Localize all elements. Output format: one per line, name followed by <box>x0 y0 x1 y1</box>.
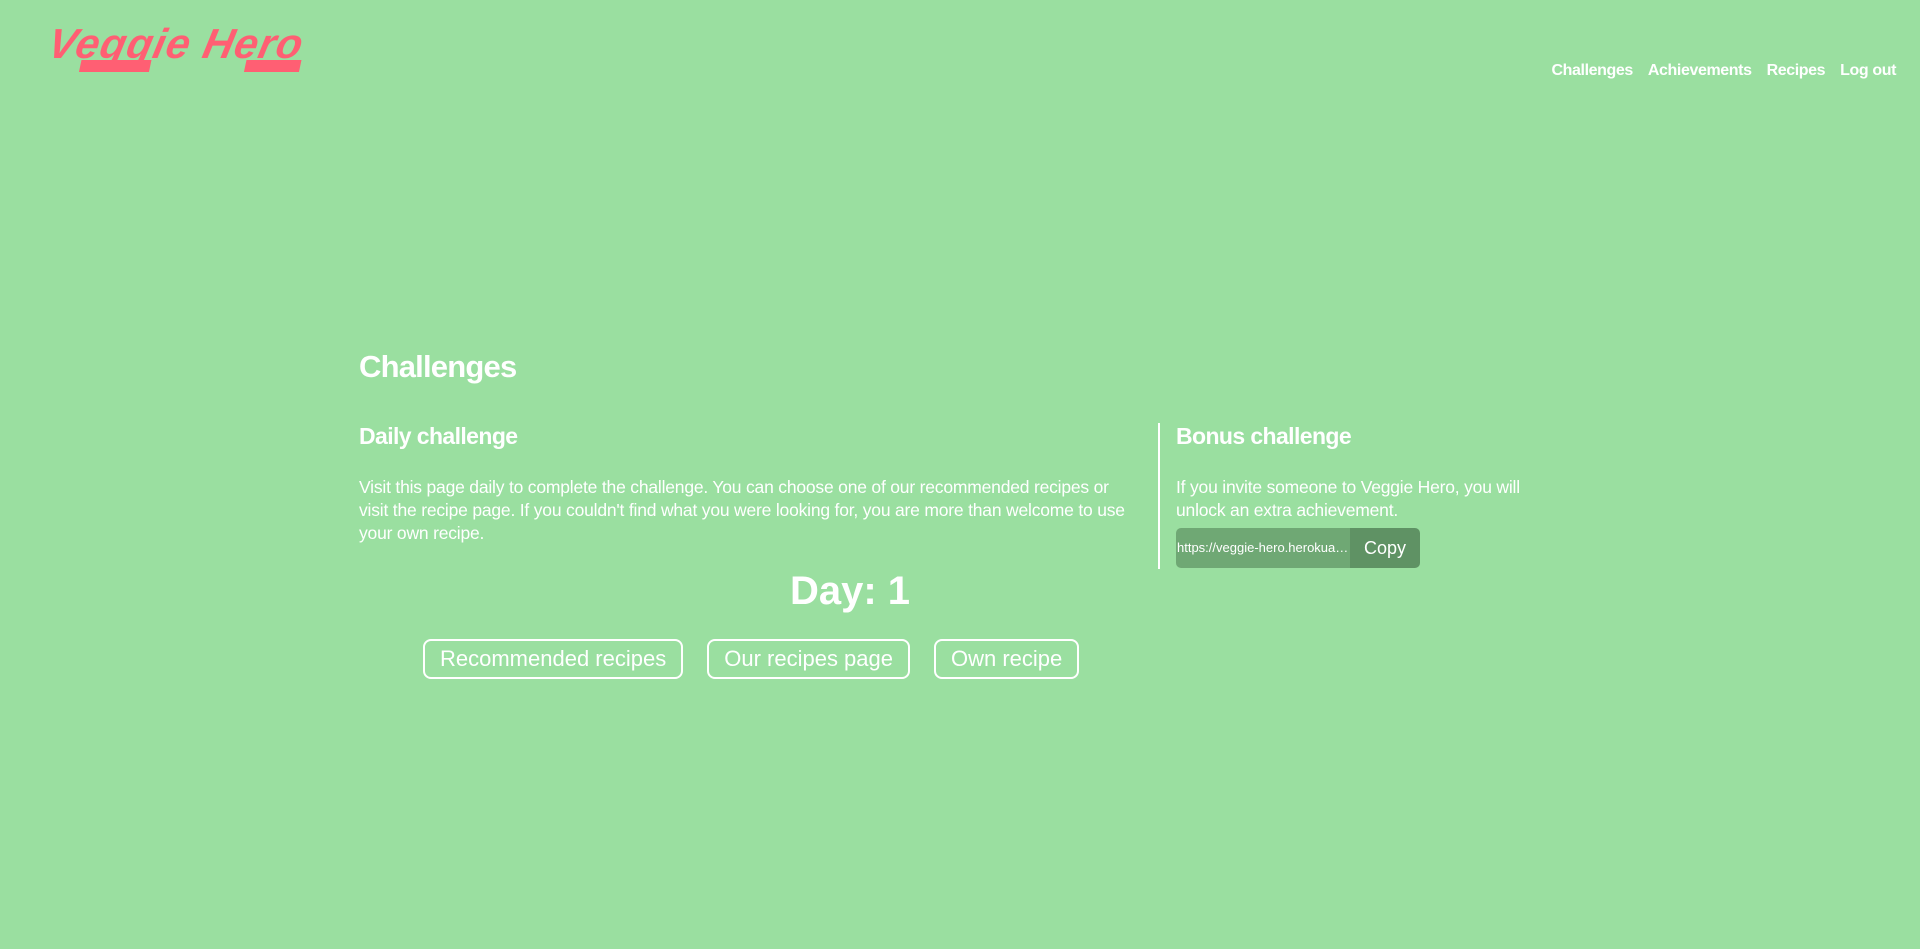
recommended-recipes-button[interactable]: Recommended recipes <box>423 639 684 679</box>
bonus-challenge-description: If you invite someone to Veggie Hero, yo… <box>1176 477 1520 520</box>
own-recipe-button[interactable]: Own recipe <box>934 639 1080 679</box>
invite-link-field[interactable]: https://veggie-hero.herokuapp.com <box>1176 528 1350 568</box>
veggie-hero-logo[interactable]: Veggie Hero <box>42 20 352 80</box>
svg-text:Veggie Hero: Veggie Hero <box>44 20 308 66</box>
daily-challenge-description: Visit this page daily to complete the ch… <box>359 477 1125 543</box>
nav-recipes[interactable]: Recipes <box>1767 62 1826 80</box>
nav-log-out[interactable]: Log out <box>1840 62 1896 80</box>
nav-achievements[interactable]: Achievements <box>1648 62 1752 80</box>
daily-challenge-title: Daily challenge <box>359 423 518 449</box>
bonus-challenge-title: Bonus challenge <box>1176 423 1352 449</box>
section-divider <box>1158 423 1160 569</box>
invite-link-group: https://veggie-hero.herokuapp.com Copy <box>1176 528 1420 568</box>
bonus-challenge-section: Bonus challenge If you invite someone to… <box>1176 423 1536 568</box>
copy-button[interactable]: Copy <box>1350 528 1420 568</box>
logo-wordmark: Veggie Hero <box>44 20 308 72</box>
recipe-actions: Recommended recipes Our recipes page Own… <box>423 639 1080 679</box>
daily-challenge-section: Daily challenge Visit this page daily to… <box>359 423 1134 545</box>
our-recipes-page-button[interactable]: Our recipes page <box>707 639 910 679</box>
main-nav: Challenges Achievements Recipes Log out <box>1552 62 1897 80</box>
page-title: Challenges <box>359 349 517 384</box>
site-header: Veggie Hero Challenges Achievements Reci… <box>0 0 1920 100</box>
nav-challenges[interactable]: Challenges <box>1552 62 1634 80</box>
day-counter: Day: 1 <box>789 569 911 613</box>
